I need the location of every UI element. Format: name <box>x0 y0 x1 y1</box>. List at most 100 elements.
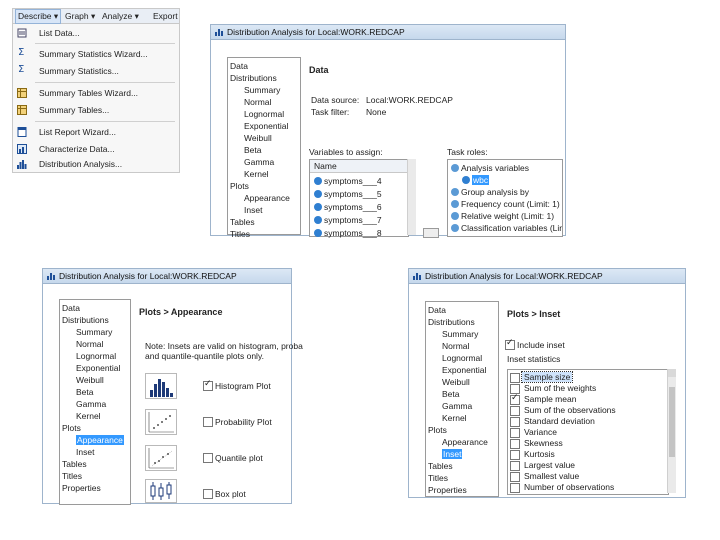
histogram-plot-checkbox[interactable] <box>203 379 213 391</box>
nav-tables[interactable]: Tables <box>428 461 453 471</box>
nav-tables[interactable]: Tables <box>230 217 255 227</box>
quantile-plot-checkbox[interactable] <box>203 453 213 463</box>
stat-checkbox[interactable] <box>510 417 520 427</box>
nav-kernel[interactable]: Kernel <box>244 169 269 179</box>
box-plot-label: Box plot <box>215 489 246 499</box>
menu-item-summary-tables[interactable]: Summary Tables... <box>13 103 179 117</box>
stat-checkbox[interactable] <box>510 428 520 438</box>
variable-item[interactable]: symptoms___4 <box>314 176 382 186</box>
nav-beta[interactable]: Beta <box>442 389 460 399</box>
quantile-plot-label: Quantile plot <box>215 453 263 463</box>
stat-label: Smallest value <box>524 471 580 481</box>
nav-lognormal[interactable]: Lognormal <box>442 353 482 363</box>
nav-gamma[interactable]: Gamma <box>76 399 106 409</box>
nav-normal[interactable]: Normal <box>442 341 469 351</box>
nav-kernel[interactable]: Kernel <box>442 413 467 423</box>
menu-item-characterize-data[interactable]: Characterize Data... <box>13 142 179 156</box>
distribution-dialog-appearance: Distribution Analysis for Local:WORK.RED… <box>42 268 303 505</box>
menu-graph[interactable]: Graph ▾ <box>65 11 95 22</box>
nav-titles[interactable]: Titles <box>230 229 250 239</box>
box-plot-checkbox[interactable] <box>203 489 213 499</box>
nav-normal[interactable]: Normal <box>244 97 271 107</box>
menu-item-distribution-analysis[interactable]: Distribution Analysis... <box>13 157 179 171</box>
nav-gamma[interactable]: Gamma <box>244 157 274 167</box>
nav-distributions[interactable]: Distributions <box>428 317 475 327</box>
nav-tables[interactable]: Tables <box>62 459 87 469</box>
menu-item-list-report-wizard[interactable]: List Report Wizard... <box>13 125 179 139</box>
variables-scrollbar[interactable] <box>407 159 416 235</box>
nav-exponential[interactable]: Exponential <box>244 121 288 131</box>
nav-titles[interactable]: Titles <box>62 471 82 481</box>
nav-beta[interactable]: Beta <box>244 145 262 155</box>
variable-item[interactable]: symptoms___7 <box>314 215 382 225</box>
menu-item-summary-tables-wizard[interactable]: Summary Tables Wizard... <box>13 86 179 100</box>
nav-plots[interactable]: Plots <box>62 423 81 433</box>
nav-summary[interactable]: Summary <box>442 329 478 339</box>
menu-describe[interactable]: Describe ▾ <box>15 9 62 24</box>
menu-item-summary-statistics[interactable]: Σ Summary Statistics... <box>13 64 179 78</box>
name-column-header[interactable]: Name <box>310 160 408 173</box>
role-group-analysis-by[interactable]: Group analysis by <box>451 187 529 197</box>
nav-exponential[interactable]: Exponential <box>76 363 120 373</box>
role-frequency-count[interactable]: Frequency count (Limit: 1) <box>451 199 560 209</box>
nav-inset[interactable]: Inset <box>76 447 94 457</box>
stat-checkbox[interactable] <box>510 406 520 416</box>
assign-arrow-button[interactable] <box>423 228 439 238</box>
nav-weibull[interactable]: Weibull <box>442 377 470 387</box>
variable-item[interactable]: symptoms___6 <box>314 202 382 212</box>
nav-distributions[interactable]: Distributions <box>62 315 109 325</box>
nav-kernel[interactable]: Kernel <box>76 411 101 421</box>
probability-plot-checkbox[interactable] <box>203 417 213 427</box>
dialog-title: Distribution Analysis for Local:WORK.RED… <box>59 271 237 281</box>
nav-exponential[interactable]: Exponential <box>442 365 486 375</box>
nav-data[interactable]: Data <box>428 305 446 315</box>
nav-properties[interactable]: Properties <box>428 485 467 495</box>
inset-statistics-scrollbar[interactable] <box>667 369 676 493</box>
variable-item[interactable]: symptoms___5 <box>314 189 382 199</box>
nav-data[interactable]: Data <box>230 61 248 71</box>
scroll-thumb[interactable] <box>669 387 675 457</box>
scroll-up-button[interactable] <box>668 369 676 377</box>
menu-item-summary-statistics-wizard[interactable]: Σ Summary Statistics Wizard... <box>13 47 179 61</box>
stat-checkbox[interactable] <box>510 450 520 460</box>
nav-titles[interactable]: Titles <box>428 473 448 483</box>
nav-appearance[interactable]: Appearance <box>76 435 124 445</box>
variable-item[interactable]: symptoms___8 <box>314 228 382 238</box>
nav-plots[interactable]: Plots <box>428 425 447 435</box>
role-relative-weight[interactable]: Relative weight (Limit: 1) <box>451 211 554 221</box>
name-column-label: Name <box>314 161 337 171</box>
menu-item-label: Summary Statistics Wizard... <box>39 49 148 59</box>
role-classification-variables[interactable]: Classification variables (Lin <box>451 223 562 233</box>
inset-statistics-label: Inset statistics <box>507 354 561 364</box>
nav-lognormal[interactable]: Lognormal <box>244 109 284 119</box>
nav-normal[interactable]: Normal <box>76 339 103 349</box>
menu-separator <box>35 121 175 122</box>
stat-checkbox[interactable] <box>510 461 520 471</box>
stat-checkbox[interactable] <box>510 483 520 493</box>
nav-distributions[interactable]: Distributions <box>230 73 277 83</box>
nav-inset[interactable]: Inset <box>442 449 463 459</box>
nav-inset[interactable]: Inset <box>244 205 262 215</box>
nav-beta[interactable]: Beta <box>76 387 94 397</box>
include-inset-checkbox[interactable] <box>505 338 515 350</box>
nav-appearance[interactable]: Appearance <box>442 437 488 447</box>
nav-lognormal[interactable]: Lognormal <box>76 351 116 361</box>
nav-weibull[interactable]: Weibull <box>76 375 104 385</box>
nav-summary[interactable]: Summary <box>244 85 280 95</box>
nav-plots[interactable]: Plots <box>230 181 249 191</box>
role-analysis-variables[interactable]: Analysis variables <box>451 163 529 173</box>
role-variable-wbc[interactable]: wbc <box>462 175 490 185</box>
nav-properties[interactable]: Properties <box>62 483 101 493</box>
nav-weibull[interactable]: Weibull <box>244 133 272 143</box>
menu-export[interactable]: Export <box>153 11 178 21</box>
menu-analyze[interactable]: Analyze ▾ <box>102 11 139 22</box>
stat-checkbox[interactable] <box>510 393 520 405</box>
stat-checkbox[interactable] <box>510 373 520 383</box>
nav-summary[interactable]: Summary <box>76 327 112 337</box>
stat-checkbox[interactable] <box>510 472 520 482</box>
menu-item-list-data[interactable]: List Data... <box>13 26 179 40</box>
nav-gamma[interactable]: Gamma <box>442 401 472 411</box>
stat-checkbox[interactable] <box>510 439 520 449</box>
nav-appearance[interactable]: Appearance <box>244 193 290 203</box>
nav-data[interactable]: Data <box>62 303 80 313</box>
